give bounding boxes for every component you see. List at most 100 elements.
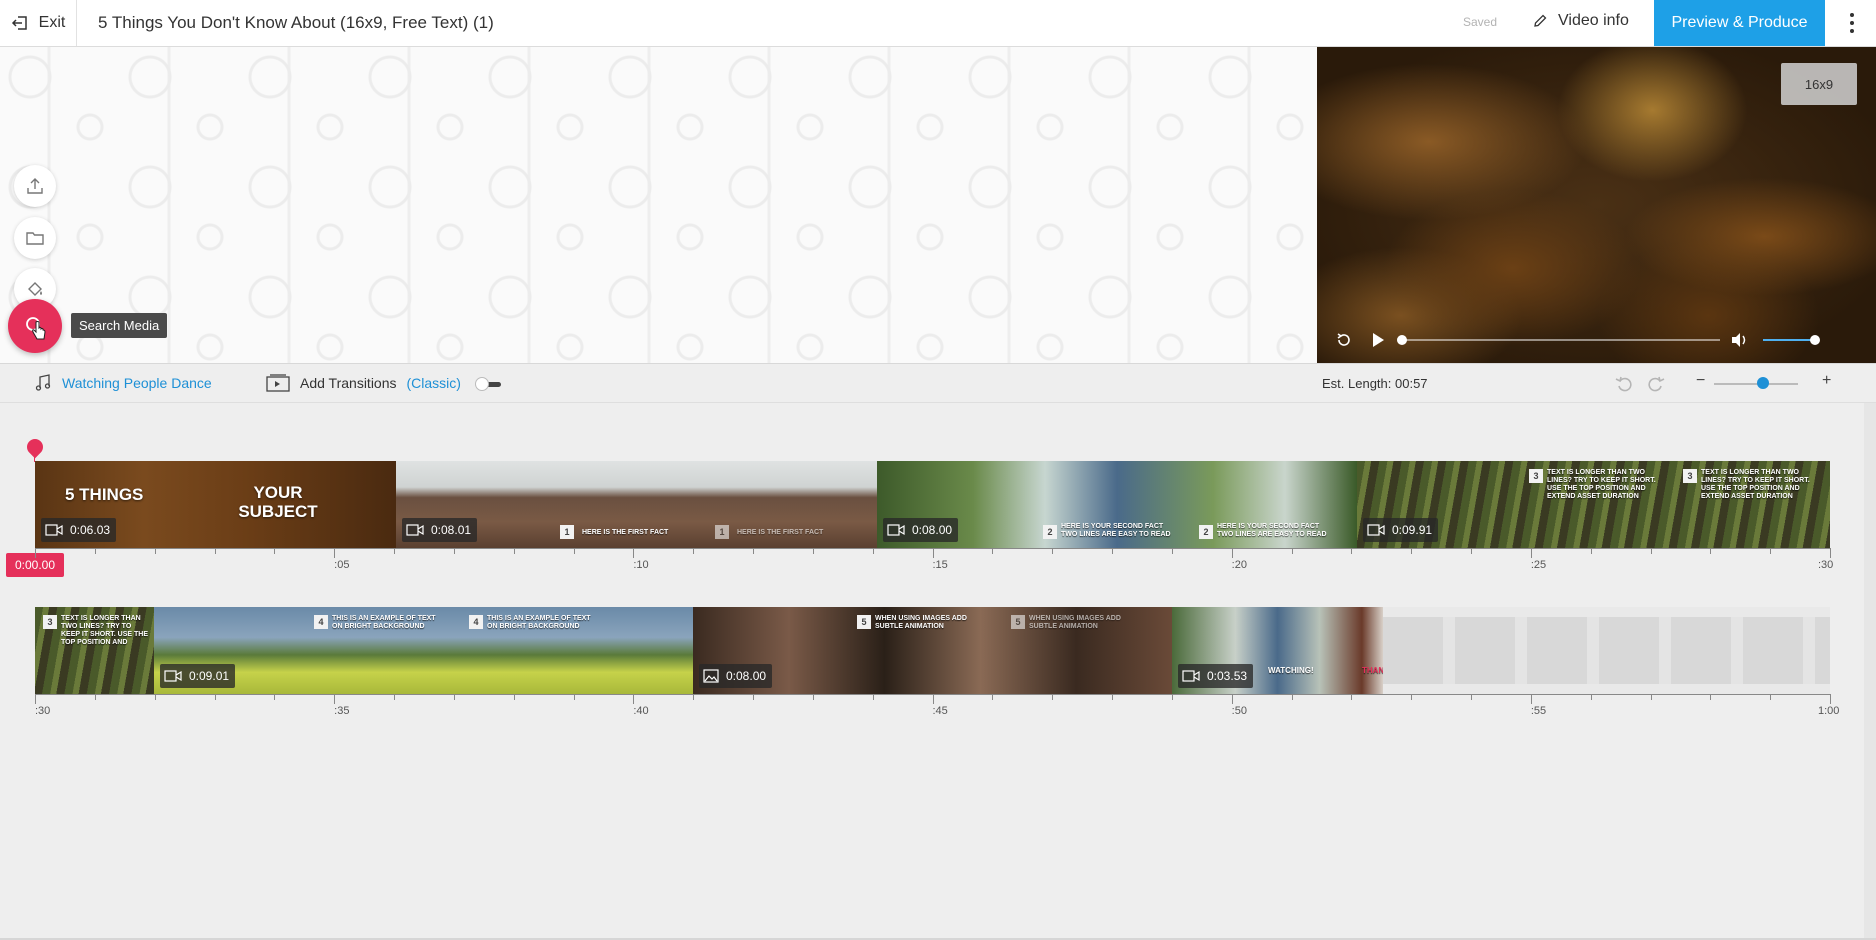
- undo-icon[interactable]: [1614, 373, 1634, 393]
- volume-icon[interactable]: [1730, 331, 1750, 349]
- ruler-label: :25: [1530, 559, 1547, 571]
- clip-fact-2[interactable]: 2 HERE IS YOUR SECOND FACT TWO LINES ARE…: [877, 461, 1357, 548]
- ruler-tick: [214, 548, 216, 554]
- ruler-tick: [1351, 694, 1353, 700]
- ruler-label: :05: [334, 559, 350, 571]
- empty-drop-zone[interactable]: [1383, 607, 1830, 694]
- ruler-tick: [573, 694, 575, 700]
- ruler-tick: [1052, 548, 1054, 554]
- video-camera-icon: [1182, 670, 1200, 682]
- ruler-tick: [35, 694, 36, 704]
- ruler-tick: [573, 548, 575, 554]
- ruler-tick: [1112, 548, 1113, 554]
- redo-icon[interactable]: [1646, 373, 1666, 393]
- ruler-tick: [1590, 548, 1592, 554]
- saved-status: Saved: [1463, 15, 1498, 29]
- ruler-tick: [154, 694, 156, 700]
- top-bar: Exit 5 Things You Don't Know About (16x9…: [0, 0, 1876, 47]
- more-options-icon[interactable]: [1840, 10, 1864, 36]
- clip-number: 4: [314, 615, 328, 629]
- exit-icon: [11, 16, 27, 30]
- video-camera-icon: [406, 524, 424, 536]
- ruler-tick: [1471, 548, 1472, 554]
- add-transitions-button[interactable]: Add Transitions (Classic): [266, 374, 461, 392]
- paint-bucket-icon: [28, 282, 42, 296]
- ruler-tick: [1112, 694, 1113, 700]
- ruler-label: :55: [1530, 705, 1547, 717]
- ruler-tick: [1530, 694, 1532, 704]
- image-icon: [703, 669, 719, 683]
- clip-caption: HERE IS YOUR SECOND FACT TWO LINES ARE E…: [1061, 523, 1171, 538]
- ruler-tick: [1171, 694, 1173, 700]
- clip-caption: TEXT IS LONGER THAN TWO LINES? TRY TO KE…: [1701, 469, 1810, 500]
- hand-cursor-icon: [32, 321, 46, 340]
- music-track-button[interactable]: Watching People Dance: [34, 374, 212, 392]
- transitions-label: Add Transitions: [300, 375, 397, 391]
- ruler-tick: [1830, 548, 1831, 558]
- ruler-tick: [334, 548, 336, 558]
- search-media-tooltip: Search Media: [71, 313, 168, 338]
- clip-intro[interactable]: 5 THINGS YOUR SUBJECT 0:06.03: [35, 461, 396, 548]
- volume-slider[interactable]: [1763, 339, 1815, 341]
- timeline-scrollbar[interactable]: [1864, 403, 1876, 940]
- clip-fact-3[interactable]: 3 TEXT IS LONGER THAN TWO LINES? TRY TO …: [1357, 461, 1830, 548]
- ruler-label: :30: [35, 705, 51, 717]
- ruler-tick: [1650, 548, 1652, 554]
- ruler-label: 1:00: [1818, 705, 1840, 717]
- clip-number: 5: [857, 615, 871, 629]
- clip-caption: TEXT IS LONGER THAN TWO LINES? TRY TO KE…: [1547, 469, 1656, 500]
- ruler-tick: [274, 694, 276, 700]
- clip-number: 3: [1529, 469, 1543, 483]
- clip-fact-5[interactable]: 5 WHEN USING IMAGES ADD SUBTLE ANIMATION…: [693, 607, 1172, 694]
- ruler-tick: [872, 548, 874, 554]
- aspect-ratio-badge[interactable]: 16x9: [1781, 63, 1857, 105]
- upload-button[interactable]: [14, 165, 56, 207]
- clip-fact-4[interactable]: 4 THIS IS AN EXAMPLE OF TEXT ON BRIGHT B…: [154, 607, 693, 694]
- ruler-tick: [1411, 548, 1413, 554]
- clip-number: 2: [1043, 525, 1057, 539]
- zoom-out-button[interactable]: −: [1696, 372, 1705, 390]
- project-title[interactable]: 5 Things You Don't Know About (16x9, Fre…: [98, 13, 494, 33]
- clip-fact-3-continued[interactable]: 3 TEXT IS LONGER THAN TWO LINES? TRY TO …: [35, 607, 154, 694]
- video-info-button[interactable]: Video info: [1532, 12, 1629, 30]
- ruler-tick: [1291, 548, 1293, 554]
- volume-handle[interactable]: [1810, 335, 1820, 345]
- ruler-tick: [1770, 548, 1772, 554]
- timeline-row-1: 5 THINGS YOUR SUBJECT 0:06.03 1 HERE IS …: [35, 461, 1830, 548]
- exit-button[interactable]: Exit: [0, 0, 77, 46]
- ruler-tick: [1590, 694, 1592, 700]
- video-info-label: Video info: [1558, 12, 1629, 29]
- preview-produce-button[interactable]: Preview & Produce: [1654, 0, 1825, 46]
- clip-number: 1: [560, 525, 574, 539]
- play-icon[interactable]: [1370, 331, 1386, 349]
- ruler-tick: [633, 694, 635, 704]
- exit-label: Exit: [38, 14, 66, 31]
- clip-number: 2: [1199, 525, 1213, 539]
- clip-caption: THIS IS AN EXAMPLE OF TEXT ON BRIGHT BAC…: [332, 615, 436, 630]
- clip-caption: WHEN USING IMAGES ADD SUBTLE ANIMATION: [1029, 615, 1121, 630]
- zoom-in-button[interactable]: +: [1822, 372, 1831, 390]
- seek-handle[interactable]: [1397, 335, 1407, 345]
- clip-duration: 0:08.00: [883, 518, 959, 542]
- ruler-tick: [1231, 548, 1233, 558]
- clip-outro[interactable]: WATCHING! THAN 0:03.53: [1172, 607, 1383, 694]
- ruler-tick: [1411, 694, 1413, 700]
- clip-duration: 0:08.00: [699, 664, 773, 688]
- ruler-label: :30: [1818, 559, 1834, 571]
- ruler-tick: [1710, 694, 1712, 700]
- transitions-icon: [266, 374, 290, 392]
- ruler-tick: [1770, 694, 1772, 700]
- timeline-row-2: 3 TEXT IS LONGER THAN TWO LINES? TRY TO …: [35, 607, 1830, 694]
- transitions-toggle[interactable]: [475, 377, 503, 391]
- ruler-tick: [1530, 548, 1532, 558]
- clip-caption: HERE IS THE FIRST FACT: [582, 529, 669, 536]
- transitions-mode[interactable]: (Classic): [407, 375, 461, 391]
- library-button[interactable]: [14, 217, 56, 259]
- clip-fact-1[interactable]: 1 HERE IS THE FIRST FACT 1 HERE IS THE F…: [396, 461, 877, 548]
- seek-bar[interactable]: [1400, 339, 1720, 341]
- ruler-tick: [753, 694, 754, 700]
- zoom-handle[interactable]: [1757, 377, 1769, 389]
- ruler-tick: [992, 694, 994, 700]
- replay-icon[interactable]: [1335, 331, 1353, 349]
- zoom-slider[interactable]: [1714, 383, 1798, 385]
